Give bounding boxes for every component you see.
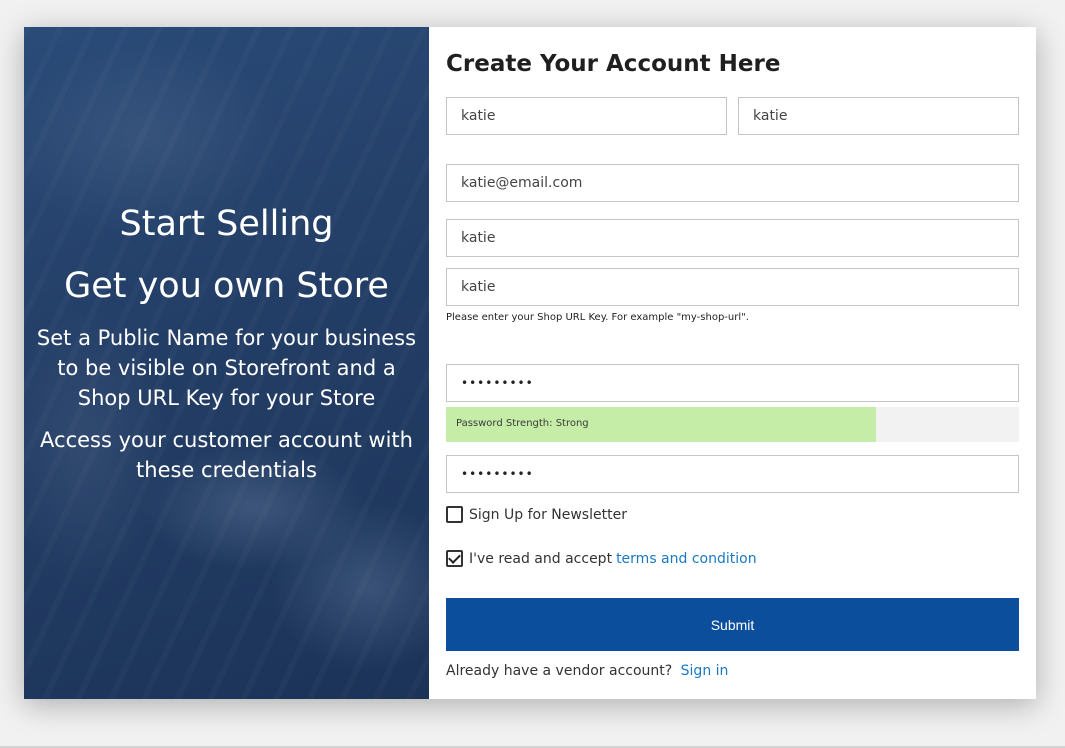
signin-prompt: Already have a vendor account? (446, 663, 673, 679)
checkmark-icon (448, 551, 461, 564)
last-name-input[interactable] (738, 97, 1019, 135)
public-name-input[interactable] (446, 219, 1019, 257)
registration-card: Start Selling Get you own Store Set a Pu… (24, 27, 1036, 699)
terms-row: I've read and accept terms and condition (446, 550, 757, 567)
promo-text-public-name: Set a Public Name for your business to b… (36, 326, 417, 410)
signin-row: Already have a vendor account? Sign in (446, 663, 728, 679)
terms-label: I've read and accept (469, 550, 613, 567)
password-strength-label: Password Strength: Strong (456, 418, 589, 429)
terms-link[interactable]: terms and condition (616, 551, 757, 567)
newsletter-row: Sign Up for Newsletter (446, 506, 627, 523)
newsletter-checkbox[interactable] (446, 506, 463, 523)
promo-content: Start Selling Get you own Store Set a Pu… (24, 193, 429, 485)
promo-heading-own-store: Get you own Store (64, 266, 389, 306)
form-title: Create Your Account Here (446, 51, 781, 77)
shop-url-input[interactable] (446, 268, 1019, 306)
promo-panel: Start Selling Get you own Store Set a Pu… (24, 27, 429, 699)
password-strength-meter: Password Strength: Strong (446, 407, 1019, 442)
email-input[interactable] (446, 164, 1019, 202)
newsletter-label: Sign Up for Newsletter (469, 506, 627, 523)
signup-form: Create Your Account Here Please enter yo… (429, 27, 1036, 699)
first-name-input[interactable] (446, 97, 727, 135)
promo-text-credentials: Access your customer account with these … (40, 428, 413, 482)
confirm-password-input[interactable] (446, 455, 1019, 493)
submit-button[interactable]: Submit (446, 598, 1019, 651)
shop-url-hint: Please enter your Shop URL Key. For exam… (446, 312, 749, 323)
terms-checkbox[interactable] (446, 550, 463, 567)
password-input[interactable] (446, 364, 1019, 402)
promo-heading-start-selling: Start Selling (119, 204, 334, 244)
signin-link[interactable]: Sign in (681, 663, 729, 679)
